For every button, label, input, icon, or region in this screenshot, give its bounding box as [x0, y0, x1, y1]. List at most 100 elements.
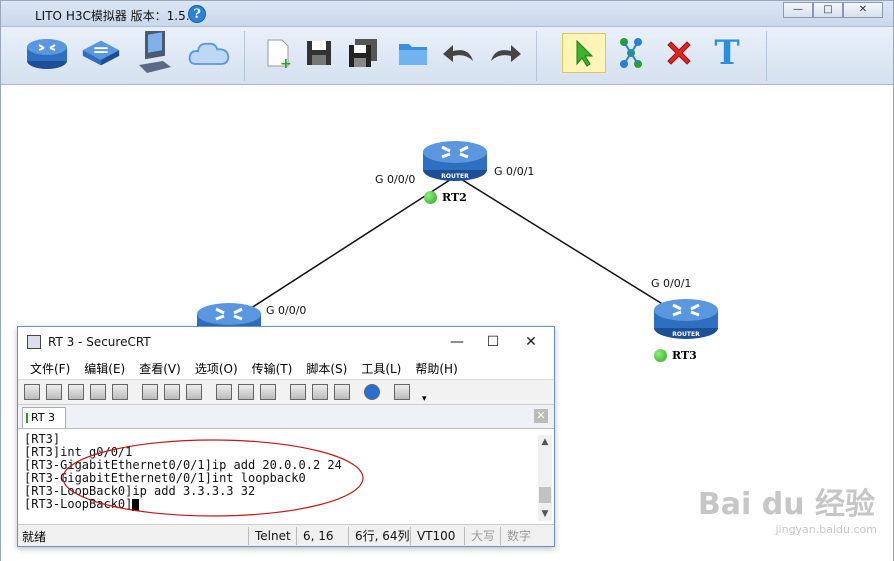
status-ready: 就绪 — [22, 530, 47, 544]
menu-edit[interactable]: 编辑(E) — [84, 360, 125, 377]
scroll-down-icon[interactable]: ▼ — [538, 507, 552, 521]
router-icon: ROUTER — [654, 299, 718, 339]
securecrt-title: RT 3 - SecureCRT — [48, 335, 151, 349]
securecrt-tabbar: RT 3 ✕ — [18, 405, 554, 429]
print-selection-icon[interactable] — [238, 384, 254, 400]
securecrt-statusbar: 就绪 Telnet 6, 16 6行, 64列 VT100 大写 数字 — [18, 524, 554, 546]
select-tool-button[interactable] — [562, 33, 606, 73]
pointer-icon — [576, 39, 594, 67]
save-button[interactable] — [297, 33, 341, 73]
securecrt-menubar: 文件(F) 编辑(E) 查看(V) 选项(O) 传输(T) 脚本(S) 工具(L… — [18, 357, 554, 379]
securecrt-titlebar: RT 3 - SecureCRT — ☐ ✕ — [18, 327, 554, 357]
quick-connect-icon[interactable] — [46, 384, 62, 400]
keymap-icon[interactable] — [334, 384, 350, 400]
menu-transfer[interactable]: 传输(T) — [252, 360, 293, 377]
terminal-scrollbar[interactable]: ▲ ▼ — [538, 435, 552, 521]
find-icon[interactable] — [186, 384, 202, 400]
close-button[interactable]: ✕ — [843, 2, 883, 18]
svg-text:+: + — [280, 56, 292, 70]
menu-script[interactable]: 脚本(S) — [306, 360, 347, 377]
title-bar: LITO H3C模拟器 版本：1.5.2 ? — □ ✕ — [1, 1, 893, 27]
save-as-button[interactable] — [341, 33, 385, 73]
connect-tab-icon[interactable] — [68, 384, 84, 400]
new-file-icon: + — [267, 39, 292, 70]
print-icon[interactable] — [216, 384, 232, 400]
annotation-ellipse — [62, 439, 364, 517]
status-cursor-pos: 6, 16 — [296, 527, 348, 545]
maximize-button[interactable]: □ — [813, 2, 843, 18]
printer-icon[interactable] — [260, 384, 276, 400]
svg-text:ROUTER: ROUTER — [441, 173, 469, 180]
status-term-type: VT100 — [410, 527, 461, 545]
status-num: 数字 — [500, 527, 537, 545]
tab-rt3[interactable]: RT 3 — [22, 407, 66, 428]
chevron-down-icon[interactable]: ▾ — [422, 394, 427, 404]
crt-minimize-button[interactable]: — — [442, 331, 472, 353]
status-caps: 大写 — [464, 527, 501, 545]
minimize-button[interactable]: — — [783, 2, 813, 18]
pc-tool-button[interactable] — [133, 31, 177, 73]
svg-text:ROUTER: ROUTER — [672, 331, 700, 338]
paste-icon[interactable] — [164, 384, 180, 400]
text-tool-button[interactable]: T — [705, 33, 749, 73]
status-dot-icon — [424, 191, 437, 204]
disconnect-icon[interactable] — [112, 384, 128, 400]
router-rt3[interactable]: ROUTER — [653, 294, 719, 339]
redo-button[interactable] — [483, 33, 527, 73]
app-title: LITO H3C模拟器 版本：1.5.2 — [35, 9, 198, 23]
folder-icon — [399, 44, 427, 65]
redo-icon — [491, 45, 521, 62]
link-rt1-rt2 — [230, 175, 457, 322]
status-rows-cols: 6行, 64列 — [348, 527, 416, 545]
help-icon[interactable]: ? — [188, 5, 206, 23]
router-tool-button[interactable] — [25, 33, 69, 73]
crt-close-button[interactable]: ✕ — [516, 331, 546, 353]
cloud-icon — [188, 42, 230, 65]
crt-maximize-button[interactable]: ☐ — [478, 331, 508, 353]
reconnect-icon[interactable] — [90, 384, 106, 400]
securecrt-app-icon — [27, 335, 41, 349]
watermark-logo: Bai du 经验 — [697, 487, 875, 522]
securecrt-toolbar: ▾ — [18, 379, 554, 405]
tab-close-icon[interactable]: ✕ — [534, 409, 548, 423]
connect-icon[interactable] — [24, 384, 40, 400]
iface-rt1-g000: G 0/0/0 — [266, 304, 307, 317]
connect-icon — [620, 38, 642, 68]
rt3-label: RT3 — [654, 349, 697, 362]
delete-icon — [667, 41, 691, 65]
pc-icon — [139, 31, 171, 73]
menu-file[interactable]: 文件(F) — [30, 360, 70, 377]
rt2-label: RT2 — [424, 191, 467, 204]
main-toolbar: + T — [1, 27, 893, 85]
router-icon: ROUTER — [423, 141, 487, 181]
iface-rt2-g001: G 0/0/1 — [494, 165, 535, 178]
copy-icon[interactable] — [142, 384, 158, 400]
help-icon[interactable] — [364, 384, 380, 400]
menu-view[interactable]: 查看(V) — [139, 360, 181, 377]
undo-icon — [443, 45, 473, 62]
status-protocol: Telnet — [248, 527, 297, 545]
open-button[interactable] — [391, 33, 435, 73]
connect-tool-button[interactable] — [609, 33, 653, 73]
menu-help[interactable]: 帮助(H) — [415, 360, 457, 377]
cloud-tool-button[interactable] — [187, 33, 231, 73]
switch-tool-button[interactable] — [79, 33, 123, 73]
window-controls: — □ ✕ — [783, 2, 883, 18]
iface-rt3-g001: G 0/0/1 — [651, 277, 692, 290]
delete-tool-button[interactable] — [657, 33, 701, 73]
iface-rt2-g000: G 0/0/0 — [375, 173, 416, 186]
session-options-icon[interactable] — [290, 384, 306, 400]
undo-button[interactable] — [437, 33, 481, 73]
router-rt2[interactable]: ROUTER — [422, 136, 488, 181]
securecrt-window: RT 3 - SecureCRT — ☐ ✕ 文件(F) 编辑(E) 查看(V)… — [17, 326, 555, 547]
link-rt2-rt3 — [455, 175, 686, 319]
status-dot-icon — [654, 349, 667, 362]
menu-tools[interactable]: 工具(L) — [361, 360, 401, 377]
menu-options[interactable]: 选项(O) — [195, 360, 238, 377]
global-options-icon[interactable] — [312, 384, 328, 400]
scroll-thumb[interactable] — [539, 487, 551, 503]
screenshot-icon[interactable] — [394, 384, 410, 400]
scroll-up-icon[interactable]: ▲ — [538, 435, 552, 449]
new-file-button[interactable]: + — [255, 33, 299, 73]
simulator-window: LITO H3C模拟器 版本：1.5.2 ? — □ ✕ + T ROUTER … — [0, 0, 894, 561]
